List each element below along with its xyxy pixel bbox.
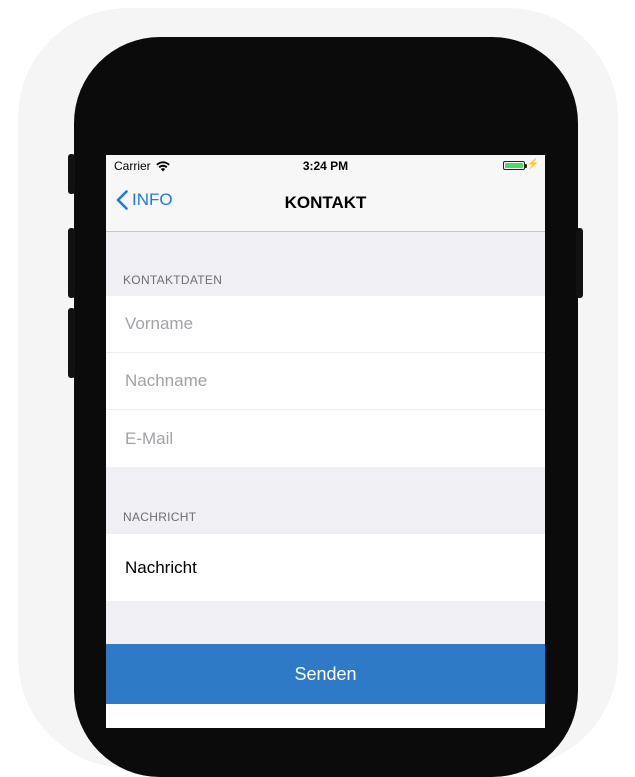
contact-form-group: [106, 296, 545, 467]
charging-bolt-icon: ⚡: [526, 159, 539, 170]
battery-icon: [502, 160, 527, 170]
form-row-first-name: [106, 296, 545, 353]
volume-up-button: [68, 228, 75, 298]
bottom-area: [106, 704, 545, 728]
send-button[interactable]: Senden: [106, 644, 545, 704]
app-screen: Carrier 3:24 PM ⚡ INFO KONTAKT KONTAKTDA…: [106, 155, 545, 728]
navigation-bar: INFO KONTAKT: [106, 175, 545, 232]
first-name-input[interactable]: [123, 313, 527, 335]
battery-indicator: ⚡: [502, 159, 539, 170]
page-title: KONTAKT: [284, 193, 367, 212]
form-row-last-name: [106, 353, 545, 410]
message-form-group: Nachricht: [106, 534, 545, 601]
volume-down-button: [68, 308, 75, 378]
status-bar: Carrier 3:24 PM ⚡: [106, 155, 545, 175]
message-field[interactable]: Nachricht: [106, 534, 545, 601]
section-header-kontaktdaten: KONTAKTDATEN: [123, 273, 223, 287]
form-row-email: [106, 410, 545, 467]
power-button: [576, 228, 583, 298]
email-input[interactable]: [123, 427, 527, 450]
status-time: 3:24 PM: [302, 159, 349, 173]
silent-switch: [68, 154, 75, 194]
last-name-input[interactable]: [123, 370, 527, 392]
message-text: Nachricht: [125, 557, 197, 577]
section-header-nachricht: NACHRICHT: [123, 510, 197, 524]
